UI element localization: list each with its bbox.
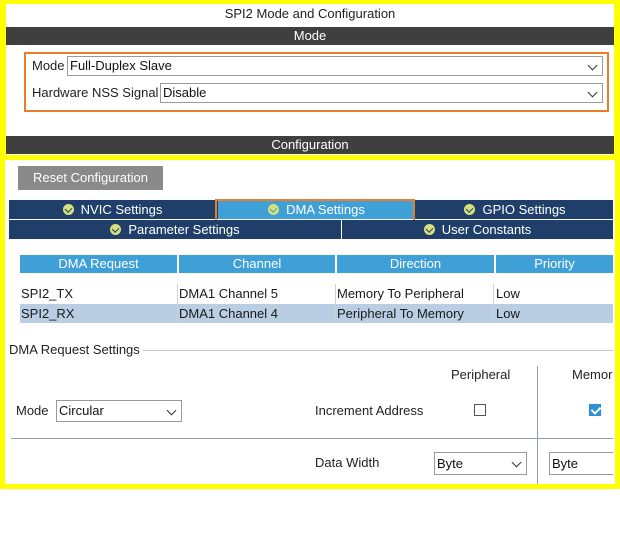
increment-address-label: Increment Address (315, 403, 424, 418)
selected-row-highlight (20, 304, 613, 323)
tab-row-2: Parameter Settings User Constants (9, 220, 613, 239)
chevron-down-icon (587, 60, 598, 71)
column-header-dma-request[interactable]: DMA Request (20, 255, 177, 273)
memory-increment-checkbox[interactable] (589, 404, 601, 416)
mode-select-value: Full-Duplex Slave (70, 58, 172, 73)
table-cell: DMA1 Channel 4 (179, 306, 278, 321)
column-header-priority[interactable]: Priority (496, 255, 613, 273)
column-header-direction[interactable]: Direction (337, 255, 494, 273)
tab-label: NVIC Settings (80, 202, 163, 217)
check-circle-icon (423, 224, 435, 235)
table-cell: DMA1 Channel 5 (179, 286, 278, 301)
nss-select[interactable]: Disable (160, 83, 603, 103)
peripheral-data-width-value: Byte (437, 456, 464, 471)
dma-mode-select-value: Circular (59, 403, 104, 418)
chevron-down-icon (511, 457, 522, 468)
tab-user-constants[interactable]: User Constants (342, 220, 613, 239)
column-header-channel[interactable]: Channel (179, 255, 335, 273)
table-cell: Memory To Peripheral (337, 286, 464, 301)
tab-nvic-settings[interactable]: NVIC Settings (9, 200, 217, 219)
mode-select[interactable]: Full-Duplex Slave (67, 56, 603, 76)
chevron-down-icon (587, 87, 598, 98)
memory-header: Memor (572, 367, 613, 382)
data-width-label: Data Width (315, 455, 380, 470)
settings-divider (11, 438, 613, 439)
tab-label: Parameter Settings (128, 222, 240, 237)
tab-parameter-settings[interactable]: Parameter Settings (9, 220, 342, 239)
mode-label: Mode (32, 58, 65, 73)
dma-tab-highlight (215, 199, 415, 222)
memory-data-width-value: Byte (552, 456, 579, 471)
reset-configuration-button[interactable]: Reset Configuration (18, 166, 163, 190)
tab-gpio-settings[interactable]: GPIO Settings (417, 200, 613, 219)
window-title: SPI2 Mode and Configuration (224, 6, 396, 21)
group-divider (143, 350, 613, 351)
check-circle-icon (464, 204, 476, 215)
nss-label: Hardware NSS Signal (32, 85, 159, 100)
check-circle-icon (62, 204, 74, 215)
column-divider (537, 366, 538, 484)
table-cell: Low (496, 306, 520, 321)
table-cell: Low (496, 286, 520, 301)
tab-label: User Constants (441, 222, 532, 237)
table-cell: SPI2_TX (21, 286, 74, 301)
nss-select-value: Disable (163, 85, 207, 100)
tab-label: GPIO Settings (482, 202, 566, 217)
configuration-section-header: Configuration (6, 136, 614, 154)
dma-mode-select[interactable]: Circular (56, 400, 182, 422)
chevron-down-icon (166, 405, 177, 416)
memory-data-width-select[interactable]: Byte (549, 452, 613, 475)
check-circle-icon (110, 224, 122, 235)
peripheral-header: Peripheral (451, 367, 511, 382)
table-cell: Peripheral To Memory (337, 306, 464, 321)
table-cell: SPI2_RX (21, 306, 75, 321)
column-divider (493, 284, 494, 323)
peripheral-data-width-select[interactable]: Byte (434, 452, 527, 475)
peripheral-increment-checkbox[interactable] (474, 404, 486, 416)
dma-request-settings-title: DMA Request Settings (9, 342, 140, 357)
dma-mode-label: Mode (16, 403, 49, 418)
mode-section-header: Mode (6, 27, 614, 45)
